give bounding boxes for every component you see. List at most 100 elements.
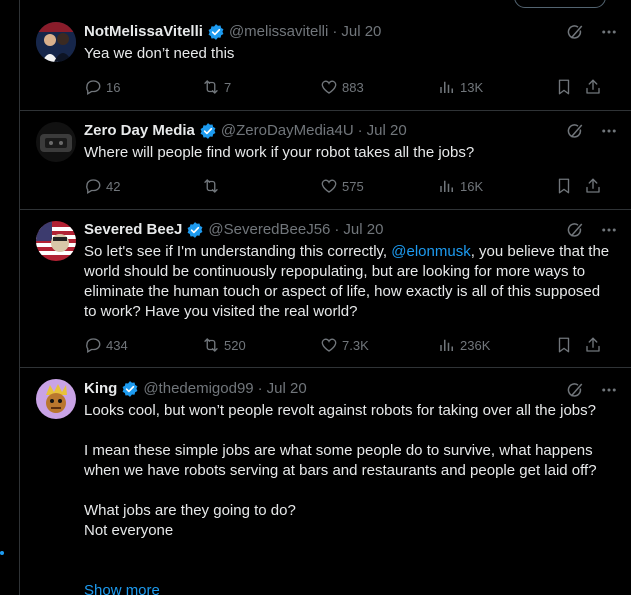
tweet-top-icons — [566, 381, 618, 399]
like-button[interactable]: 7.3K — [320, 335, 369, 355]
avatar[interactable] — [36, 122, 76, 162]
tweet-actions: 42 575 16K — [84, 176, 614, 196]
reply-icon — [84, 78, 102, 96]
separator-dot: · — [334, 221, 340, 238]
more-icon[interactable] — [600, 23, 618, 41]
reply-button[interactable]: 42 — [84, 176, 120, 196]
author-name[interactable]: NotMelissaVitelli — [84, 22, 203, 42]
grok-icon[interactable] — [566, 381, 584, 399]
separator-dot: · — [332, 23, 338, 40]
repost-icon — [202, 336, 220, 354]
repost-icon — [202, 78, 220, 96]
tweet-text: Looks cool, but won’t people revolt agai… — [84, 402, 597, 539]
repost-count: 7 — [224, 79, 232, 95]
more-icon[interactable] — [600, 381, 618, 399]
show-more-link[interactable]: Show more — [84, 581, 614, 595]
reply-thread: NotMelissaVitelli @melissavitelli · Jul … — [19, 0, 631, 595]
tweet-actions: 434 520 7.3K 236K — [84, 335, 614, 355]
share-button[interactable] — [584, 77, 602, 97]
share-icon — [584, 78, 602, 96]
tweet-top-icons — [566, 122, 618, 140]
share-icon — [584, 177, 602, 195]
repost-count: 520 — [224, 337, 246, 353]
verified-badge-icon — [121, 380, 139, 398]
views-button[interactable]: 16K — [438, 176, 483, 196]
views-icon — [438, 177, 456, 195]
views-count: 236K — [460, 337, 491, 353]
grok-icon[interactable] — [566, 23, 584, 41]
tweet-date[interactable]: Jul 20 — [343, 220, 383, 240]
like-count: 883 — [342, 79, 364, 95]
share-icon — [584, 336, 602, 354]
tweet-text-start: So let's see if I'm understanding this c… — [84, 243, 392, 260]
tweet[interactable]: King @thedemigod99 · Jul 20 Looks cool, … — [20, 368, 631, 595]
views-button[interactable]: 236K — [438, 335, 490, 355]
grok-icon[interactable] — [566, 122, 584, 140]
views-count: 13K — [460, 79, 484, 95]
like-count: 575 — [342, 178, 364, 194]
tweet-date[interactable]: Jul 20 — [341, 22, 381, 42]
bookmark-icon — [555, 336, 573, 354]
verified-badge-icon — [199, 122, 217, 140]
reply-button[interactable]: 16 — [84, 77, 120, 97]
author-name[interactable]: King — [84, 379, 117, 399]
verified-badge-icon — [186, 221, 204, 239]
avatar[interactable] — [36, 379, 76, 419]
reply-button[interactable]: 434 — [84, 335, 128, 355]
reply-count: 42 — [106, 178, 121, 194]
grok-icon[interactable] — [566, 221, 584, 239]
tweet-top-icons — [566, 221, 618, 239]
author-handle[interactable]: @SeveredBeeJ56 — [208, 220, 330, 240]
tweet-text: Where will people find work if your robo… — [84, 144, 475, 161]
reply-count: 16 — [106, 79, 121, 95]
reply-icon — [84, 336, 102, 354]
share-button[interactable] — [584, 335, 602, 355]
author-handle[interactable]: @ZeroDayMedia4U — [221, 121, 354, 141]
verified-badge-icon — [207, 23, 225, 41]
repost-icon — [202, 177, 220, 195]
tweet[interactable]: Zero Day Media @ZeroDayMedia4U · Jul 20 … — [20, 111, 631, 210]
like-button[interactable]: 883 — [320, 77, 364, 97]
views-button[interactable]: 13K — [438, 77, 483, 97]
repost-button[interactable] — [202, 176, 224, 196]
like-icon — [320, 78, 338, 96]
separator-dot: · — [257, 380, 263, 397]
avatar[interactable] — [36, 22, 76, 62]
more-icon[interactable] — [600, 122, 618, 140]
mention-link[interactable]: @elonmusk — [391, 243, 470, 260]
like-icon — [320, 336, 338, 354]
bookmark-button[interactable] — [555, 176, 573, 196]
separator-dot: · — [357, 122, 363, 139]
tweet-header: King @thedemigod99 · Jul 20 — [84, 379, 307, 399]
tweet-text: Yea we don’t need this — [84, 45, 235, 62]
left-edge-indicator — [0, 551, 4, 555]
tweet-date[interactable]: Jul 20 — [367, 121, 407, 141]
share-button[interactable] — [584, 176, 602, 196]
tweet-top-icons — [566, 23, 618, 41]
views-count: 16K — [460, 178, 484, 194]
bookmark-button[interactable] — [555, 77, 573, 97]
like-icon — [320, 177, 338, 195]
avatar[interactable] — [36, 221, 76, 261]
tweet-header: NotMelissaVitelli @melissavitelli · Jul … — [84, 22, 381, 42]
tweet-header: Severed BeeJ @SeveredBeeJ56 · Jul 20 — [84, 220, 383, 240]
tweet-date[interactable]: Jul 20 — [267, 379, 307, 399]
tweet-header: Zero Day Media @ZeroDayMedia4U · Jul 20 — [84, 121, 407, 141]
repost-button[interactable]: 520 — [202, 335, 246, 355]
tweet-actions: 16 7 883 13K — [84, 77, 614, 97]
bookmark-button[interactable] — [555, 335, 573, 355]
author-handle[interactable]: @thedemigod99 — [143, 379, 253, 399]
tweet[interactable]: Severed BeeJ @SeveredBeeJ56 · Jul 20 So … — [20, 210, 631, 368]
bookmark-icon — [555, 177, 573, 195]
author-name[interactable]: Zero Day Media — [84, 121, 195, 141]
tweet-text: So let's see if I'm understanding this c… — [84, 242, 614, 322]
more-icon[interactable] — [600, 221, 618, 239]
reply-icon — [84, 177, 102, 195]
tweet[interactable]: NotMelissaVitelli @melissavitelli · Jul … — [20, 0, 631, 111]
like-button[interactable]: 575 — [320, 176, 364, 196]
bookmark-icon — [555, 78, 573, 96]
repost-button[interactable]: 7 — [202, 77, 231, 97]
author-name[interactable]: Severed BeeJ — [84, 220, 182, 240]
like-count: 7.3K — [342, 337, 369, 353]
author-handle[interactable]: @melissavitelli — [229, 22, 328, 42]
